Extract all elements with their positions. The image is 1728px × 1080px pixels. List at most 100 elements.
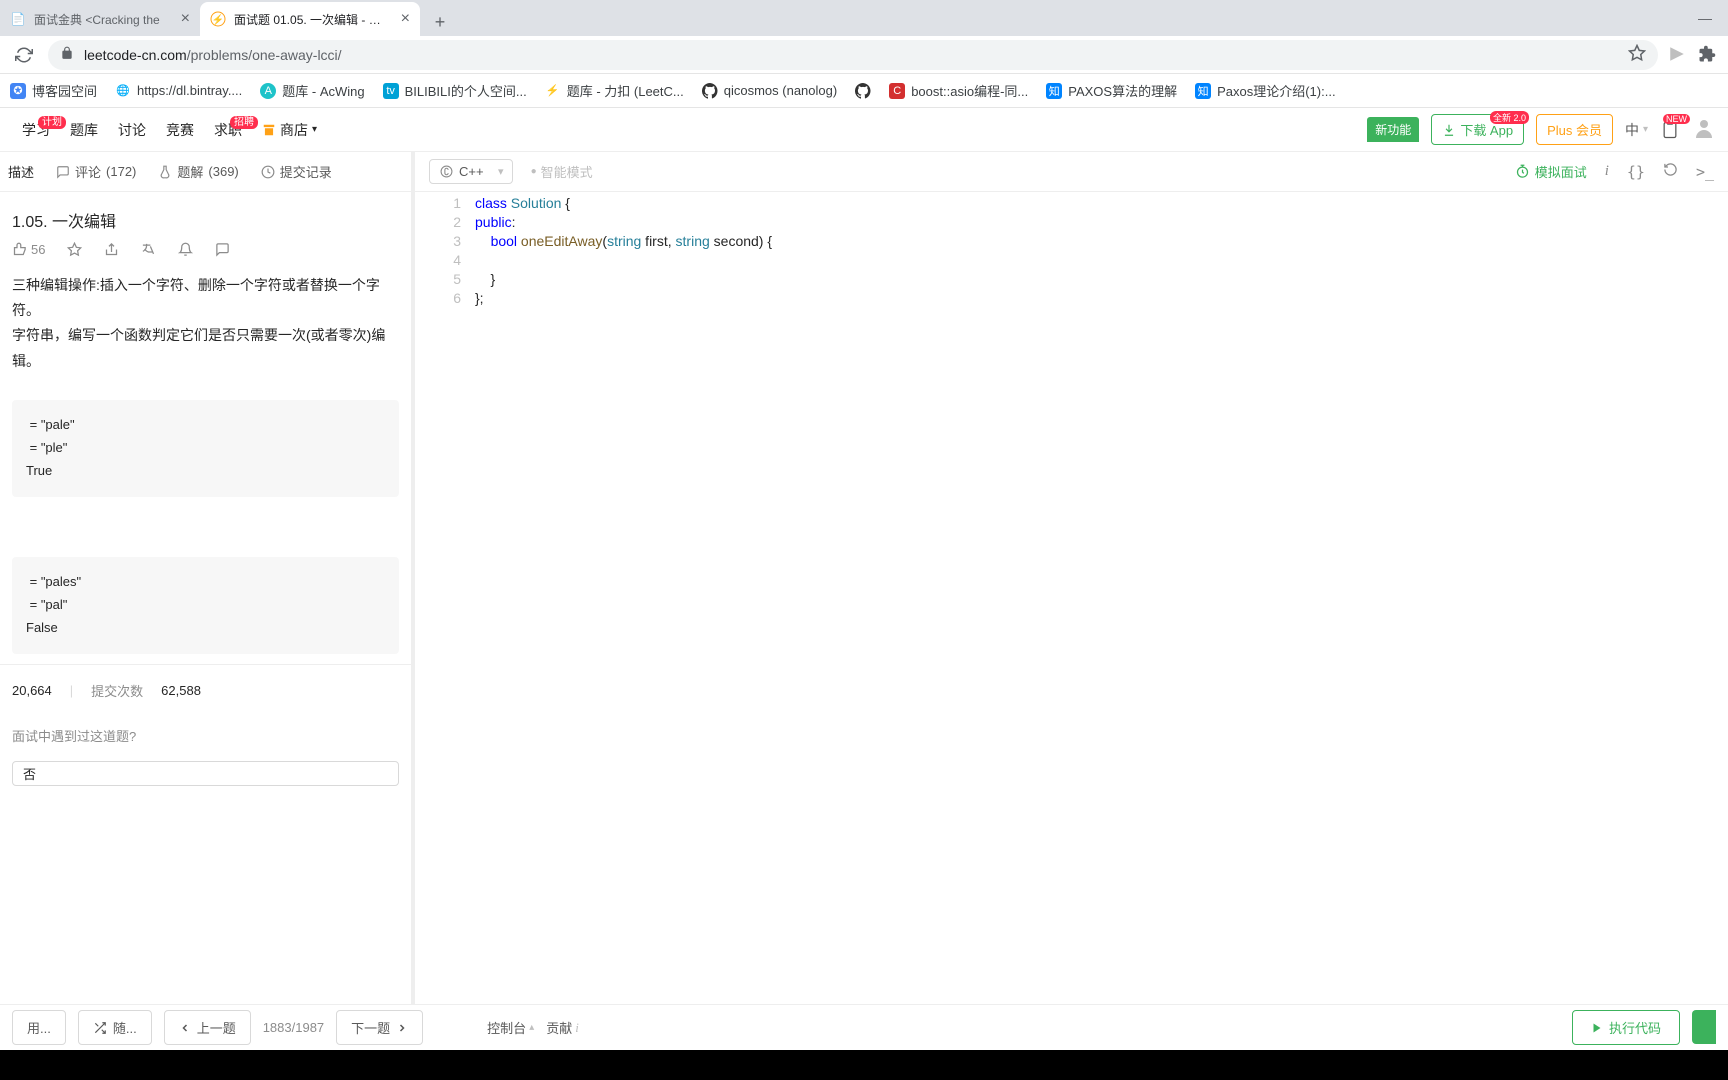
bookmark-label: https://dl.bintray.... — [137, 83, 242, 98]
bookmark-item[interactable]: 🌐 https://dl.bintray.... — [115, 83, 242, 99]
close-icon[interactable]: × — [181, 10, 190, 28]
problem-tabs: 描述 评论 (172) 题解 (369) 提交记录 — [0, 152, 411, 192]
badge: 全新 2.0 — [1490, 111, 1529, 124]
bookmark-icon: ✪ — [10, 83, 26, 99]
prev-problem-button[interactable]: 上一题 — [164, 1010, 251, 1045]
tab-description[interactable]: 描述 — [8, 162, 34, 181]
omnibox[interactable]: leetcode-cn.com/problems/one-away-lcci/ — [48, 40, 1658, 70]
console-toggle[interactable]: 控制台 ▴ — [487, 1018, 534, 1037]
svg-text:⚡: ⚡ — [212, 13, 224, 26]
translate-button[interactable] — [141, 242, 156, 257]
close-icon[interactable]: × — [401, 10, 410, 28]
bookmark-icon: 知 — [1046, 83, 1062, 99]
nav-discuss[interactable]: 讨论 — [108, 120, 156, 140]
code-content[interactable]: class Solution {public: bool oneEditAway… — [475, 194, 1728, 1004]
new-tab-button[interactable]: + — [426, 8, 454, 36]
bookmark-icon — [855, 83, 871, 99]
notifications-button[interactable]: NEW — [1660, 120, 1680, 140]
plus-member-button[interactable]: Plus 会员 — [1536, 114, 1613, 145]
problem-description: 三种编辑操作:插入一个字符、删除一个字符或者替换一个字符。 字符串，编写一个函数… — [0, 273, 411, 390]
bookmark-label: Paxos理论介绍(1):... — [1217, 81, 1335, 100]
badge: NEW — [1663, 114, 1690, 124]
braces-icon[interactable]: {} — [1627, 163, 1645, 181]
bookmark-icon: ⚡ — [545, 83, 561, 99]
tab-solutions[interactable]: 题解 (369) — [158, 162, 238, 181]
code-editor[interactable]: 123456 class Solution {public: bool oneE… — [415, 192, 1728, 1004]
nav-store[interactable]: 商店 ▾ — [252, 120, 327, 140]
minimize-button[interactable]: — — [1682, 0, 1728, 36]
bottom-black-strip — [0, 1050, 1728, 1080]
info-icon[interactable]: i — [1605, 163, 1609, 180]
bookmark-item[interactable]: qicosmos (nanolog) — [702, 83, 837, 99]
interview-no-button[interactable]: 否 — [12, 761, 399, 786]
extension-icon[interactable] — [1698, 45, 1718, 65]
contribute-link[interactable]: 贡献 i — [546, 1018, 579, 1037]
bookmark-item[interactable]: 知 Paxos理论介绍(1):... — [1195, 81, 1335, 100]
feedback-button[interactable] — [215, 242, 230, 257]
bell-button[interactable] — [178, 242, 193, 257]
pass-count: 20,664 — [12, 683, 52, 698]
bookmark-item[interactable]: C boost::asio编程-同... — [889, 81, 1028, 100]
terminal-icon[interactable]: >_ — [1696, 163, 1714, 181]
problem-list-button[interactable]: 用... — [12, 1010, 66, 1045]
nav-study[interactable]: 学习计划 — [12, 120, 60, 140]
page-indicator: 1883/1987 — [263, 1020, 324, 1035]
bookmark-item[interactable]: 知 PAXOS算法的理解 — [1046, 81, 1177, 100]
bookmark-label: qicosmos (nanolog) — [724, 83, 837, 98]
nav-jobs[interactable]: 求职招聘 — [204, 120, 252, 140]
new-feature-badge[interactable]: 新功能 — [1367, 117, 1419, 142]
site-nav: 学习计划 题库 讨论 竞赛 求职招聘 商店 ▾ 新功能 下载 App 全新 2.… — [0, 108, 1728, 152]
bookmark-item[interactable]: A 题库 - AcWing — [260, 81, 364, 100]
browser-tab-2[interactable]: ⚡ 面试题 01.05. 一次编辑 - 力扣 ( × — [200, 2, 420, 36]
bookmark-icon: 知 — [1195, 83, 1211, 99]
problem-pane: 描述 评论 (172) 题解 (369) 提交记录 1.05. 一次编辑 56 — [0, 152, 415, 1004]
extension-icon[interactable] — [1668, 45, 1688, 65]
bookmark-item[interactable]: ✪ 博客园空间 — [10, 81, 97, 100]
language-select[interactable]: 中 ▾ — [1625, 120, 1648, 140]
pane-splitter[interactable] — [411, 578, 415, 618]
problem-title: 1.05. 一次编辑 — [0, 192, 411, 242]
star-icon[interactable] — [1628, 44, 1646, 65]
bookmark-item[interactable]: ⚡ 题库 - 力扣 (LeetC... — [545, 81, 684, 100]
bookmark-label: BILIBILI的个人空间... — [405, 81, 527, 100]
main-split: 描述 评论 (172) 题解 (369) 提交记录 1.05. 一次编辑 56 — [0, 152, 1728, 1004]
favicon-icon: 📄 — [10, 11, 26, 27]
bookmark-label: 题库 - 力扣 (LeetC... — [567, 81, 684, 100]
random-button[interactable]: 随... — [78, 1010, 152, 1045]
tab-submissions[interactable]: 提交记录 — [261, 162, 332, 181]
browser-tab-1[interactable]: 📄 面试金典 <Cracking the × — [0, 2, 200, 36]
bookmark-icon: C — [889, 83, 905, 99]
bookmark-label: 题库 - AcWing — [282, 81, 364, 100]
nav-problems[interactable]: 题库 — [60, 120, 108, 140]
bookmark-item[interactable]: tv BILIBILI的个人空间... — [383, 81, 527, 100]
editor-toolbar: C++ 智能模式 模拟面试 i {} >_ — [415, 152, 1728, 192]
download-app-button[interactable]: 下载 App 全新 2.0 — [1431, 114, 1524, 145]
bookmark-label: boost::asio编程-同... — [911, 81, 1028, 100]
like-button[interactable]: 56 — [12, 242, 45, 257]
url-text: leetcode-cn.com/problems/one-away-lcci/ — [84, 47, 342, 63]
lock-icon — [60, 46, 74, 63]
avatar[interactable] — [1692, 116, 1716, 143]
extension-icons — [1668, 45, 1718, 65]
tab-comments[interactable]: 评论 (172) — [56, 162, 136, 181]
problem-actions: 56 — [0, 242, 411, 273]
nav-contest[interactable]: 竞赛 — [156, 120, 204, 140]
bookmark-icon — [702, 83, 718, 99]
favorite-button[interactable] — [67, 242, 82, 257]
share-button[interactable] — [104, 242, 119, 257]
bookmark-icon: tv — [383, 83, 399, 99]
bookmark-icon: 🌐 — [115, 83, 131, 99]
run-code-button[interactable]: 执行代码 — [1572, 1010, 1680, 1045]
submit-button[interactable] — [1692, 1010, 1716, 1044]
next-problem-button[interactable]: 下一题 — [336, 1010, 423, 1045]
address-bar-row: leetcode-cn.com/problems/one-away-lcci/ — [0, 36, 1728, 74]
example-1: = "pale" = "ple" True — [12, 400, 399, 497]
tab-title: 面试题 01.05. 一次编辑 - 力扣 ( — [234, 11, 393, 28]
bookmark-item[interactable] — [855, 83, 871, 99]
reload-button[interactable] — [10, 41, 38, 69]
language-dropdown[interactable]: C++ — [429, 159, 513, 184]
reset-icon[interactable] — [1663, 162, 1678, 182]
bookmark-icon: A — [260, 83, 276, 99]
bottom-toolbar: 用... 随... 上一题 1883/1987 下一题 控制台 ▴ 贡献 i 执… — [0, 1004, 1728, 1050]
mock-interview-button[interactable]: 模拟面试 — [1515, 162, 1587, 181]
